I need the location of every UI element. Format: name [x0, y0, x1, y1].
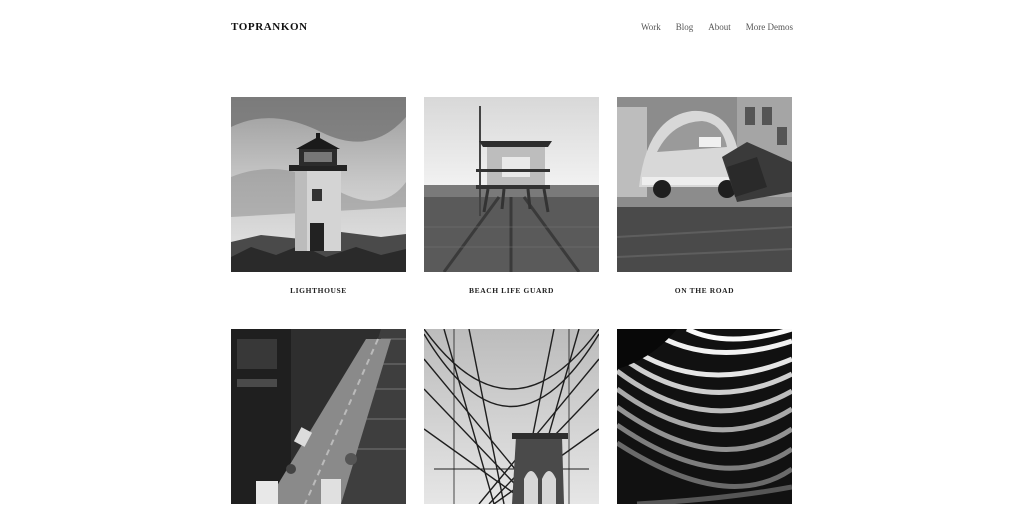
portfolio-tile-abstract-architecture[interactable] — [617, 329, 792, 504]
tile-title-beach-life-guard[interactable]: BEACH LIFE GUARD — [424, 286, 599, 295]
lifeguard-tower-photo — [424, 97, 599, 272]
site-logo[interactable]: TOPRANKON — [231, 21, 308, 33]
nav-link-more-demos[interactable]: More Demos — [746, 22, 793, 32]
lighthouse-photo — [231, 97, 406, 272]
nav-link-about[interactable]: About — [708, 22, 731, 32]
abstract-architecture-photo — [617, 329, 792, 504]
vintage-car-photo — [617, 97, 792, 272]
portfolio-tile-bridge-cables[interactable] — [424, 329, 599, 504]
tile-title-lighthouse[interactable]: LIGHTHOUSE — [231, 286, 406, 295]
bridge-cables-photo — [424, 329, 599, 504]
tile-title-on-the-road[interactable]: ON THE ROAD — [617, 286, 792, 295]
portfolio-tile-lighthouse[interactable] — [231, 97, 406, 272]
main-nav: Work Blog About More Demos — [641, 22, 793, 32]
city-street-photo — [231, 329, 406, 504]
nav-link-blog[interactable]: Blog — [676, 22, 694, 32]
nav-link-work[interactable]: Work — [641, 22, 661, 32]
portfolio-tile-beach-life-guard[interactable] — [424, 97, 599, 272]
portfolio-tile-on-the-road[interactable] — [617, 97, 792, 272]
portfolio-tile-city-street[interactable] — [231, 329, 406, 504]
